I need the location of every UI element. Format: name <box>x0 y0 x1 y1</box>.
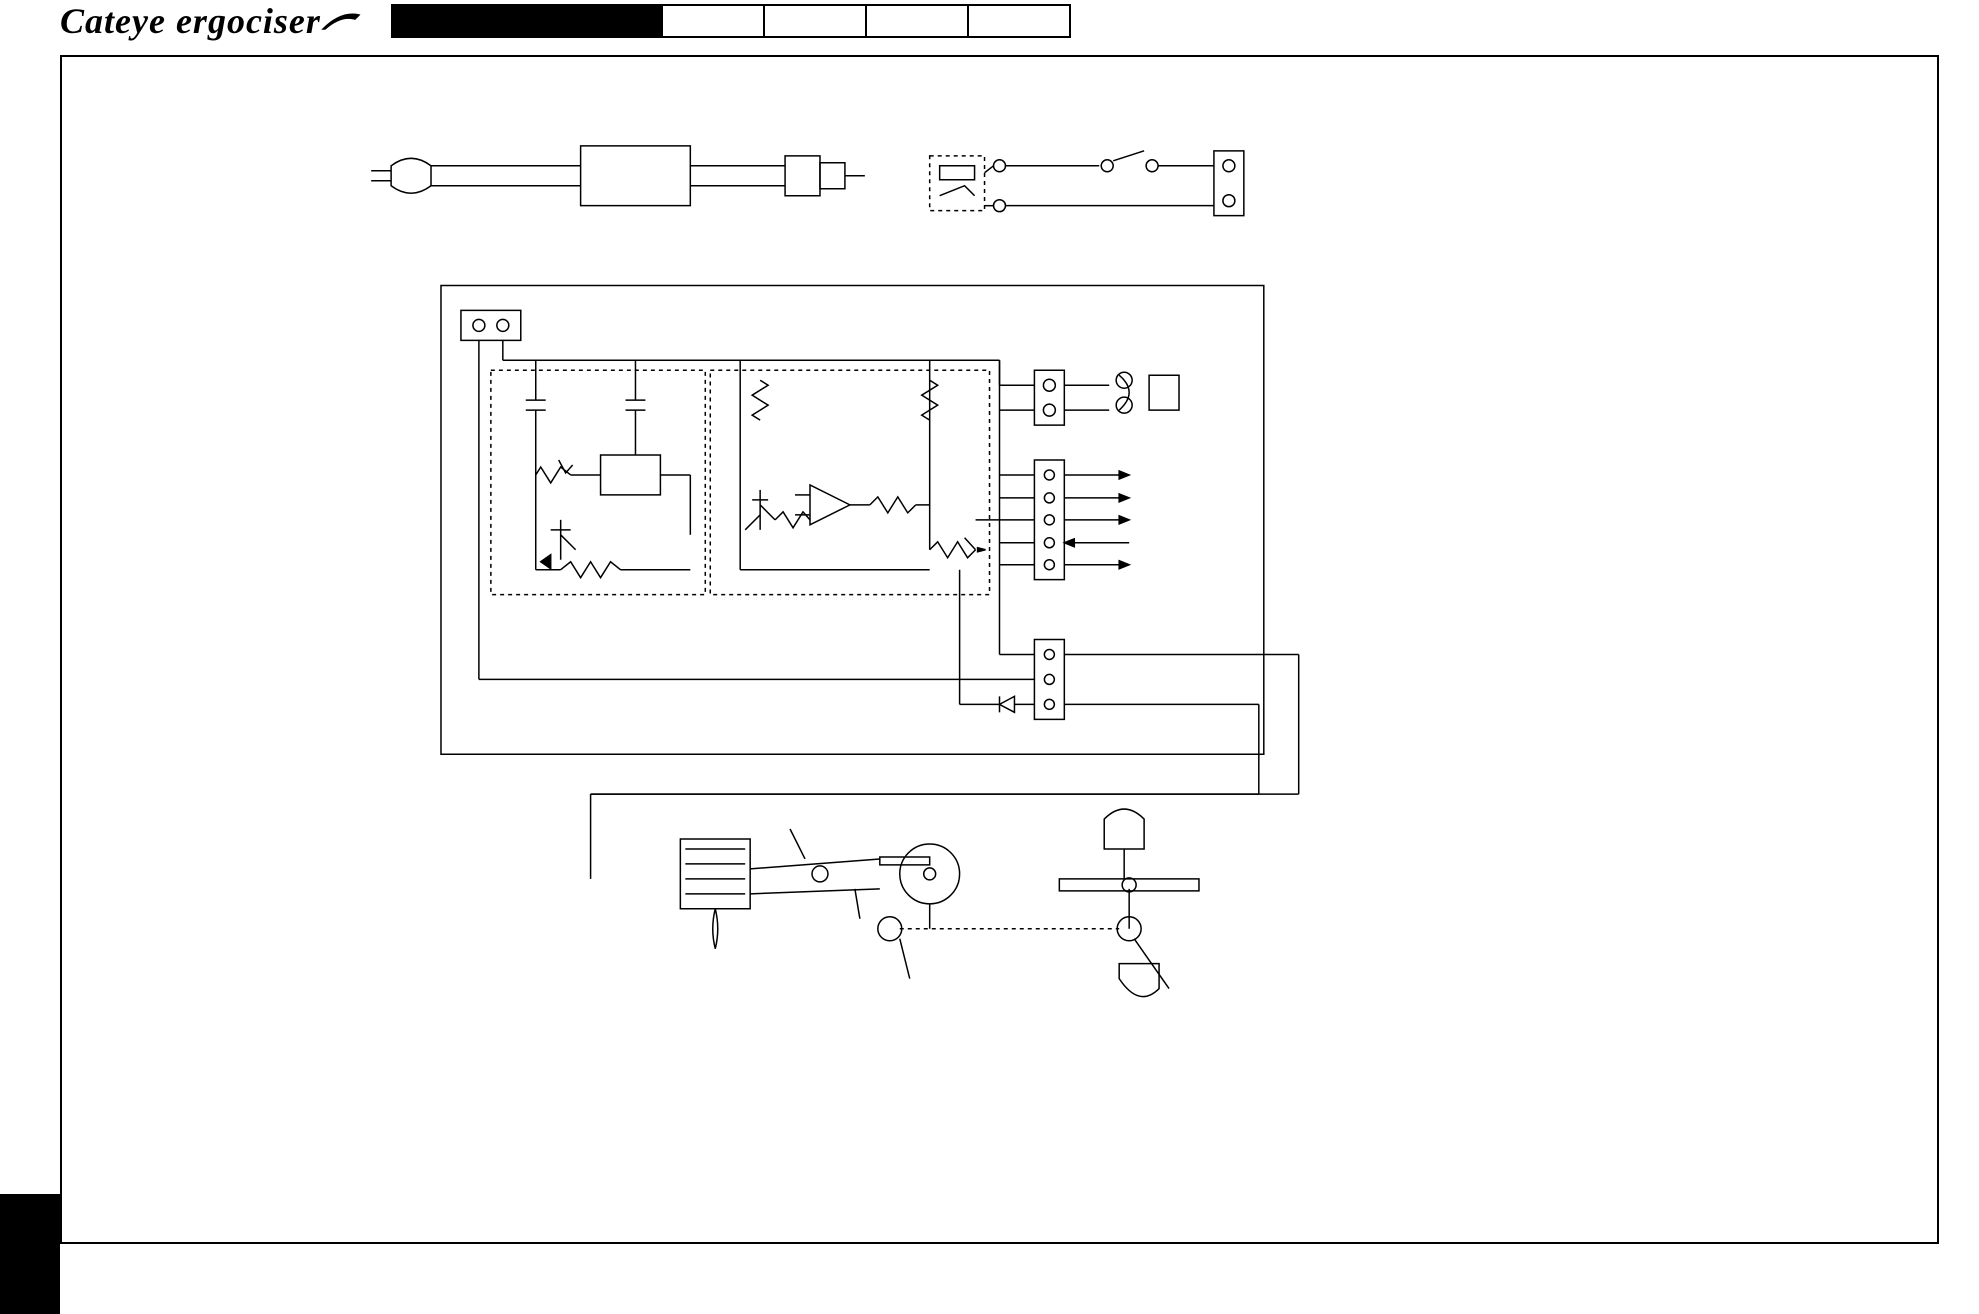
header-bar-cell <box>969 6 1069 36</box>
mechanical-section <box>680 809 1199 997</box>
header-bar-filled <box>393 6 663 36</box>
connector-3p <box>479 565 1064 720</box>
connector-5p <box>976 360 1130 579</box>
magnet-icon <box>1104 809 1144 849</box>
header: Cateye ergociser <box>60 0 1071 42</box>
page-side-tab <box>0 1194 60 1314</box>
header-bar-cell <box>867 6 969 36</box>
circuit-diagram <box>62 57 1937 1242</box>
header-bar-cell <box>663 6 765 36</box>
brand-swoosh-icon <box>321 11 361 31</box>
regulator-section <box>491 360 705 594</box>
diagram-frame <box>60 55 1939 1244</box>
control-section <box>710 360 989 594</box>
header-bar <box>391 4 1071 38</box>
header-bar-cell <box>765 6 867 36</box>
pickup-icon <box>1119 964 1159 997</box>
brand-text: Cateye ergociser <box>60 0 321 42</box>
fuse-switch-block <box>930 151 1244 216</box>
adapter-icon <box>581 146 691 206</box>
pcb-outline <box>441 285 1264 754</box>
connector-2p-in <box>461 310 521 340</box>
ac-plug-icon <box>371 158 431 193</box>
connector-2p-a <box>1000 360 1180 425</box>
dc-jack-icon <box>785 156 865 196</box>
